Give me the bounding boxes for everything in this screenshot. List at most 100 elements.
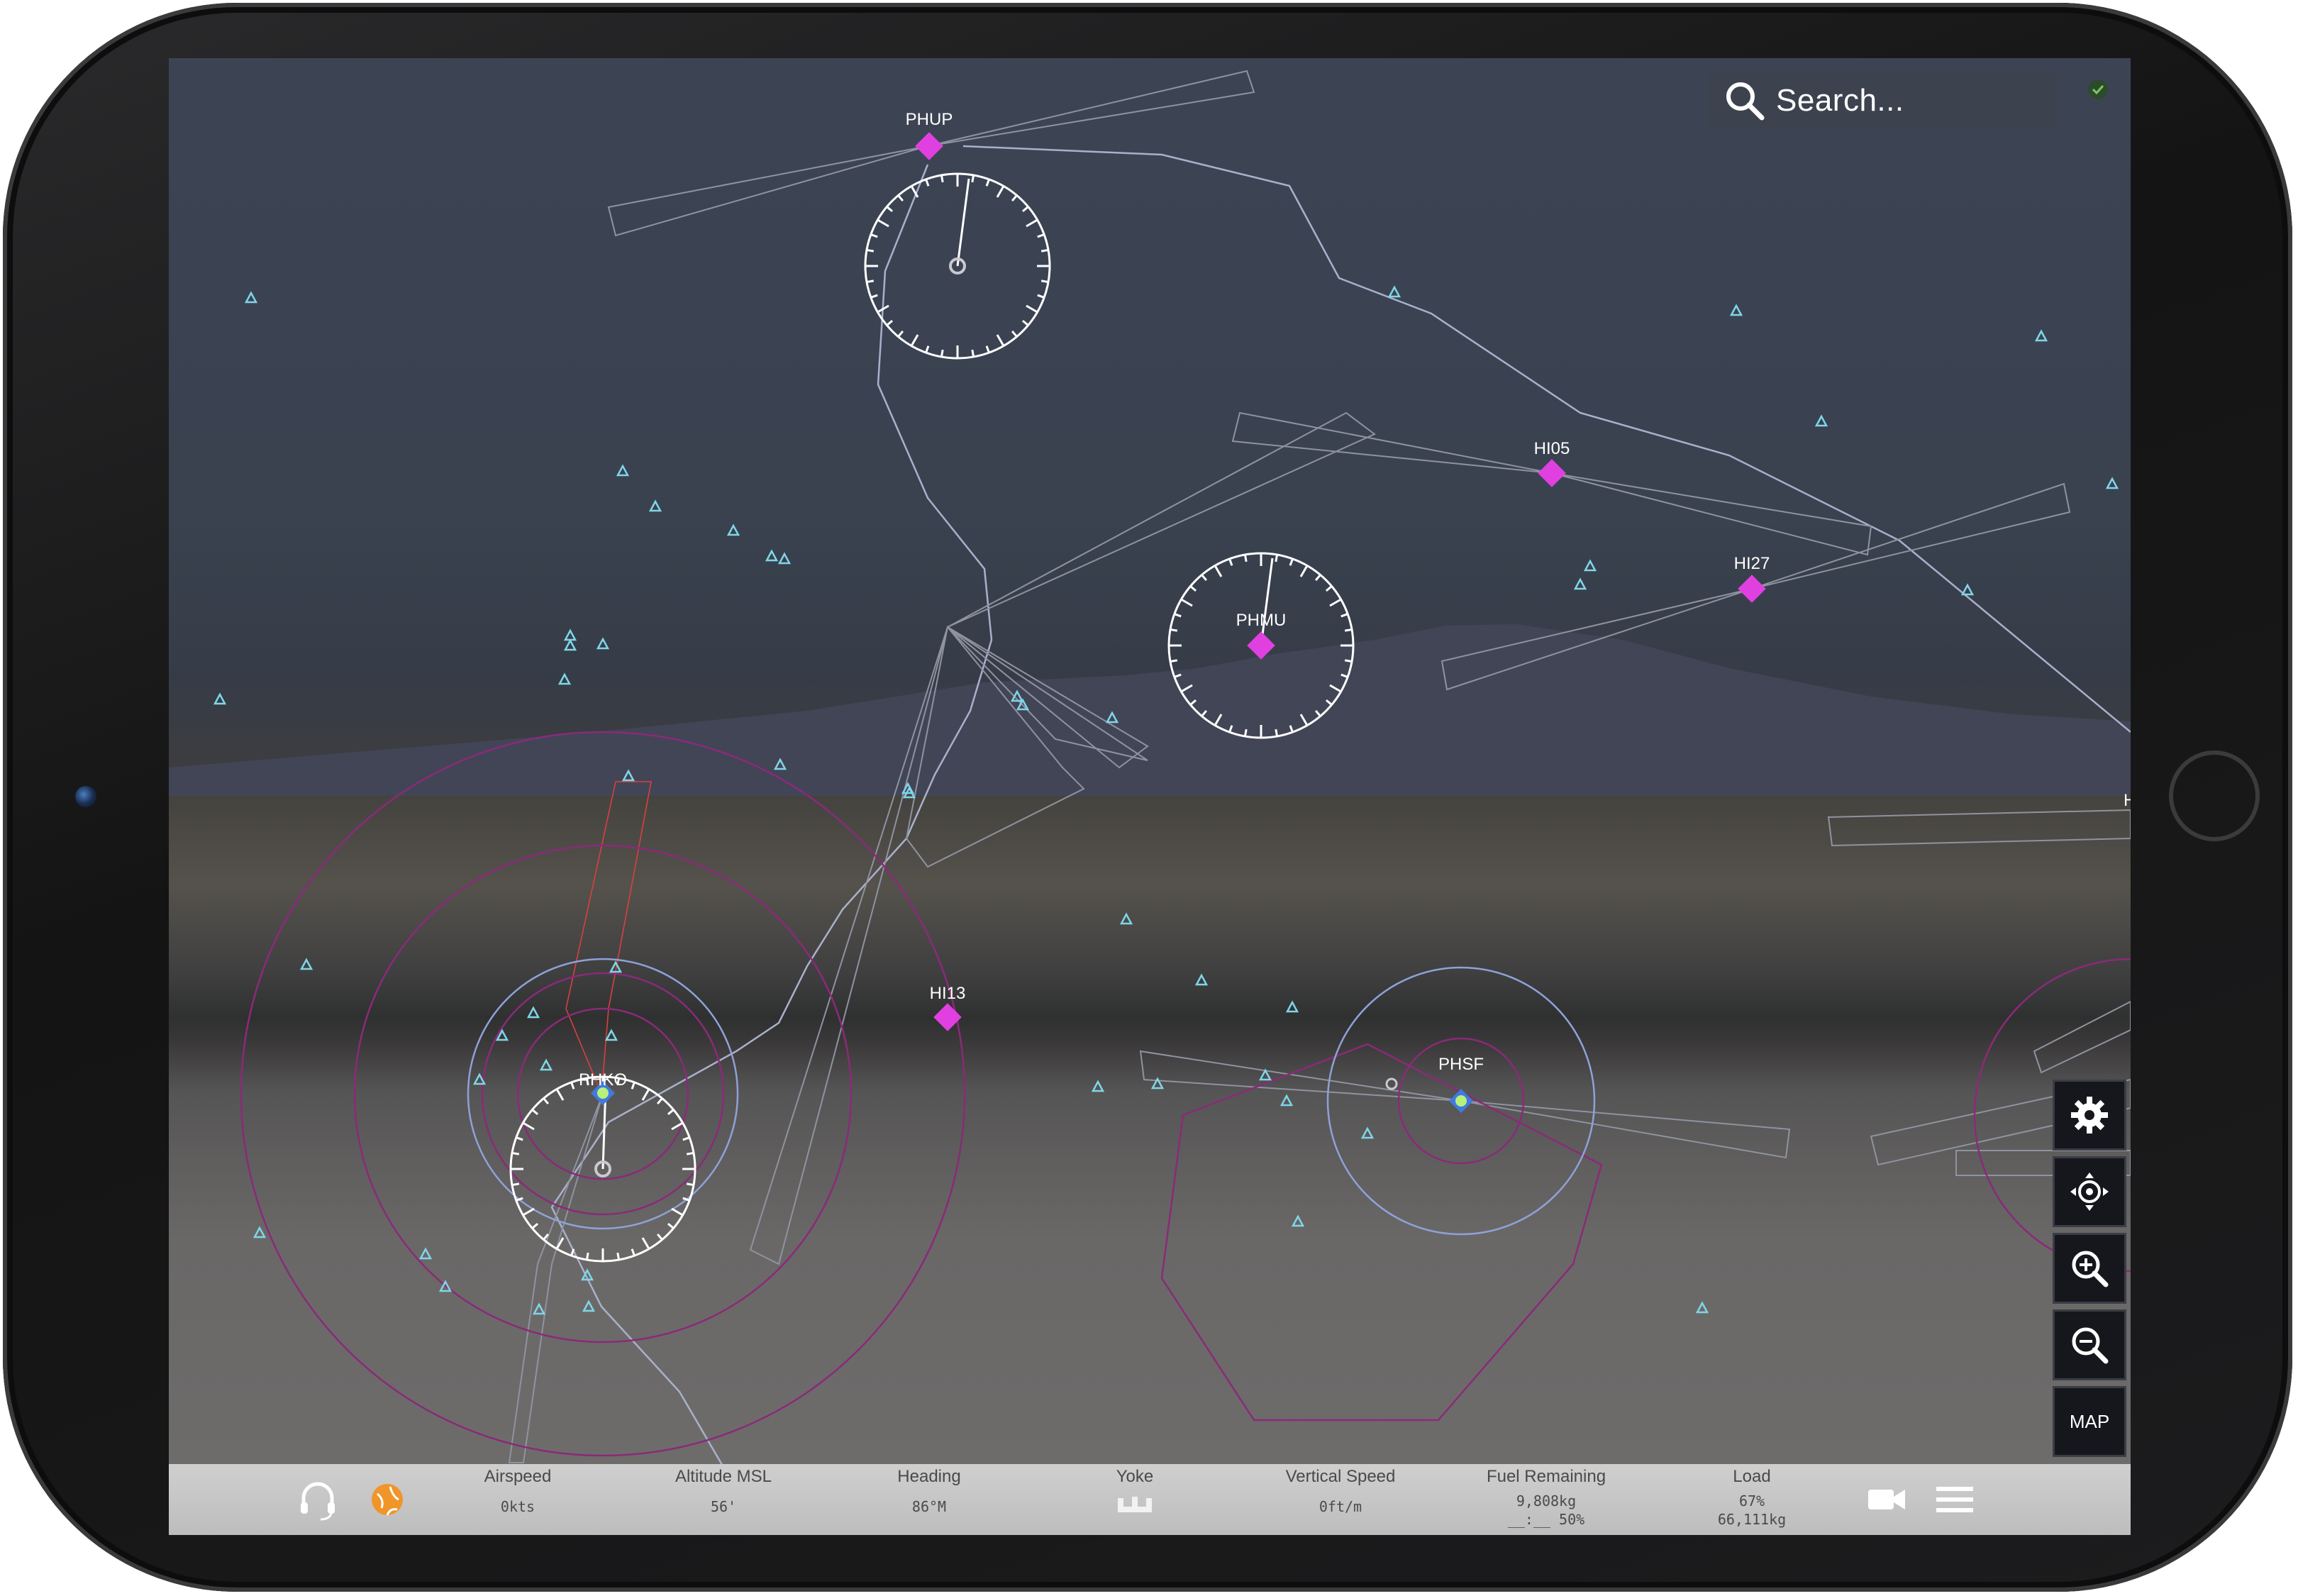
compass-tick bbox=[1040, 279, 1049, 284]
instrument-fuel-remaining: Fuel Remaining 9,808kg __:__ 50% bbox=[1475, 1467, 1617, 1528]
zoom-in-icon bbox=[2072, 1251, 2109, 1287]
app-screen: PHUP HI05 HI27 PHMU HI13 PHSF PHKO H Sea… bbox=[169, 58, 2131, 1535]
compass-tick bbox=[1299, 714, 1309, 726]
airport-marker-hi13[interactable]: HI13 bbox=[930, 984, 966, 1031]
compass-tick bbox=[1228, 558, 1233, 566]
compass-tick bbox=[1026, 304, 1038, 314]
compass-tick bbox=[631, 1248, 635, 1256]
instrument-altitude: Altitude MSL 56' bbox=[653, 1467, 794, 1515]
compass-tick bbox=[985, 179, 990, 187]
compass-tick bbox=[531, 1109, 539, 1116]
settings-button[interactable] bbox=[2053, 1080, 2126, 1151]
instrument-title: Airspeed bbox=[484, 1467, 552, 1486]
compass-tick bbox=[1180, 684, 1193, 693]
zoom-in-button[interactable] bbox=[2053, 1233, 2126, 1304]
instrument-title: Load bbox=[1733, 1467, 1771, 1486]
waypoint-icon bbox=[299, 958, 313, 970]
waypoint-icon bbox=[777, 552, 792, 565]
waypoint-icon bbox=[418, 1247, 433, 1260]
edge-airport-label: H bbox=[2124, 791, 2131, 810]
airport-marker-phmu[interactable]: PHMU bbox=[1236, 611, 1287, 660]
compass-tick bbox=[925, 179, 930, 187]
airport-marker-phup[interactable]: PHUP bbox=[906, 110, 953, 160]
compass-tick bbox=[1289, 558, 1294, 566]
compass-tick bbox=[870, 294, 878, 299]
compass-tick bbox=[1214, 565, 1223, 577]
instrument-vertical-speed: Vertical Speed 0ft/m bbox=[1270, 1467, 1411, 1515]
waypoint-icon bbox=[1291, 1214, 1305, 1227]
camera-view-icon[interactable] bbox=[1865, 1478, 1908, 1521]
compass-tick bbox=[1201, 574, 1208, 582]
instrument-value: 9,808kg bbox=[1516, 1492, 1577, 1509]
menu-icon[interactable] bbox=[1933, 1478, 1976, 1521]
headset-icon[interactable] bbox=[296, 1478, 339, 1521]
compass-tick bbox=[1329, 598, 1342, 607]
instrument-value: 0kts bbox=[500, 1498, 535, 1515]
compass-tick bbox=[511, 1151, 520, 1156]
compass-tick bbox=[1011, 330, 1018, 338]
compass-tick bbox=[1243, 554, 1248, 563]
yoke-icon bbox=[1118, 1497, 1152, 1512]
compass-tick bbox=[1201, 709, 1208, 717]
search-placeholder[interactable]: Search... bbox=[1776, 83, 1904, 118]
compass-tick bbox=[585, 1252, 589, 1260]
waypoint-icon bbox=[648, 499, 662, 512]
waypoint-icon bbox=[1573, 577, 1587, 590]
compass-tick bbox=[1021, 319, 1029, 326]
weather-globe-icon[interactable] bbox=[366, 1478, 409, 1521]
compass-tick bbox=[531, 1222, 539, 1229]
compass-tick bbox=[1340, 613, 1348, 618]
status-bar: Airspeed 0kts Altitude MSL 56' Heading 8… bbox=[169, 1464, 2131, 1535]
waypoint-icon bbox=[773, 758, 787, 770]
compass-tick bbox=[1040, 248, 1049, 253]
compass-tick bbox=[1011, 194, 1018, 202]
home-button[interactable] bbox=[2169, 750, 2260, 841]
compass-tick bbox=[971, 174, 975, 183]
compass-tick bbox=[667, 1222, 675, 1229]
waypoint-icon bbox=[1814, 414, 1828, 427]
compass-tick bbox=[570, 1082, 575, 1090]
moving-map-overlay[interactable]: PHUP HI05 HI27 PHMU HI13 PHSF PHKO H bbox=[169, 58, 2131, 1535]
airport-marker-hi05[interactable]: HI05 bbox=[1534, 439, 1570, 487]
compass-tick bbox=[1170, 659, 1178, 663]
compass-tick bbox=[940, 174, 944, 183]
front-camera bbox=[75, 786, 96, 807]
waypoint-icon bbox=[563, 628, 577, 641]
compass-tick bbox=[866, 248, 875, 253]
compass-tick bbox=[910, 334, 919, 347]
compass-tick bbox=[686, 1151, 694, 1156]
waypoint-icon bbox=[1091, 1080, 1105, 1092]
compass-tick bbox=[1037, 294, 1045, 299]
compass-tick bbox=[1344, 628, 1353, 632]
svg-text:HI05: HI05 bbox=[1534, 439, 1570, 458]
waypoint-icon bbox=[765, 549, 779, 562]
compass-tick bbox=[616, 1252, 621, 1260]
compass-tick bbox=[897, 194, 904, 202]
waypoint-icon bbox=[604, 1029, 618, 1041]
center-on-aircraft-button[interactable] bbox=[2053, 1156, 2126, 1227]
airport-marker-hi27[interactable]: HI27 bbox=[1734, 554, 1770, 603]
svg-text:PHKO: PHKO bbox=[579, 1070, 627, 1090]
compass-tick bbox=[1214, 714, 1223, 726]
compass-tick bbox=[641, 1237, 650, 1250]
instrument-value: 86°M bbox=[911, 1498, 947, 1515]
compass-tick bbox=[1170, 628, 1178, 632]
airport-marker-phko[interactable]: PHKO bbox=[579, 1070, 627, 1105]
compass-tick bbox=[516, 1136, 523, 1141]
compass-tick bbox=[1314, 574, 1321, 582]
instrument-title: Vertical Speed bbox=[1285, 1467, 1396, 1486]
waypoint-icon bbox=[1119, 912, 1133, 925]
waypoint-icon bbox=[539, 1058, 553, 1071]
map-mode-button[interactable]: MAP bbox=[2053, 1386, 2126, 1457]
gear-icon bbox=[2071, 1097, 2108, 1134]
compass-tick bbox=[555, 1088, 565, 1101]
compass-tick bbox=[877, 218, 889, 228]
search-bar[interactable]: Search... bbox=[1709, 72, 2057, 129]
compass-tick bbox=[1021, 206, 1029, 213]
instrument-title: Heading bbox=[897, 1467, 961, 1486]
svg-text:HI27: HI27 bbox=[1734, 554, 1770, 573]
waypoint-icon bbox=[1960, 583, 1975, 596]
waypoint-icon bbox=[213, 692, 227, 705]
zoom-out-button[interactable] bbox=[2053, 1309, 2126, 1380]
compass-tick bbox=[971, 349, 975, 358]
